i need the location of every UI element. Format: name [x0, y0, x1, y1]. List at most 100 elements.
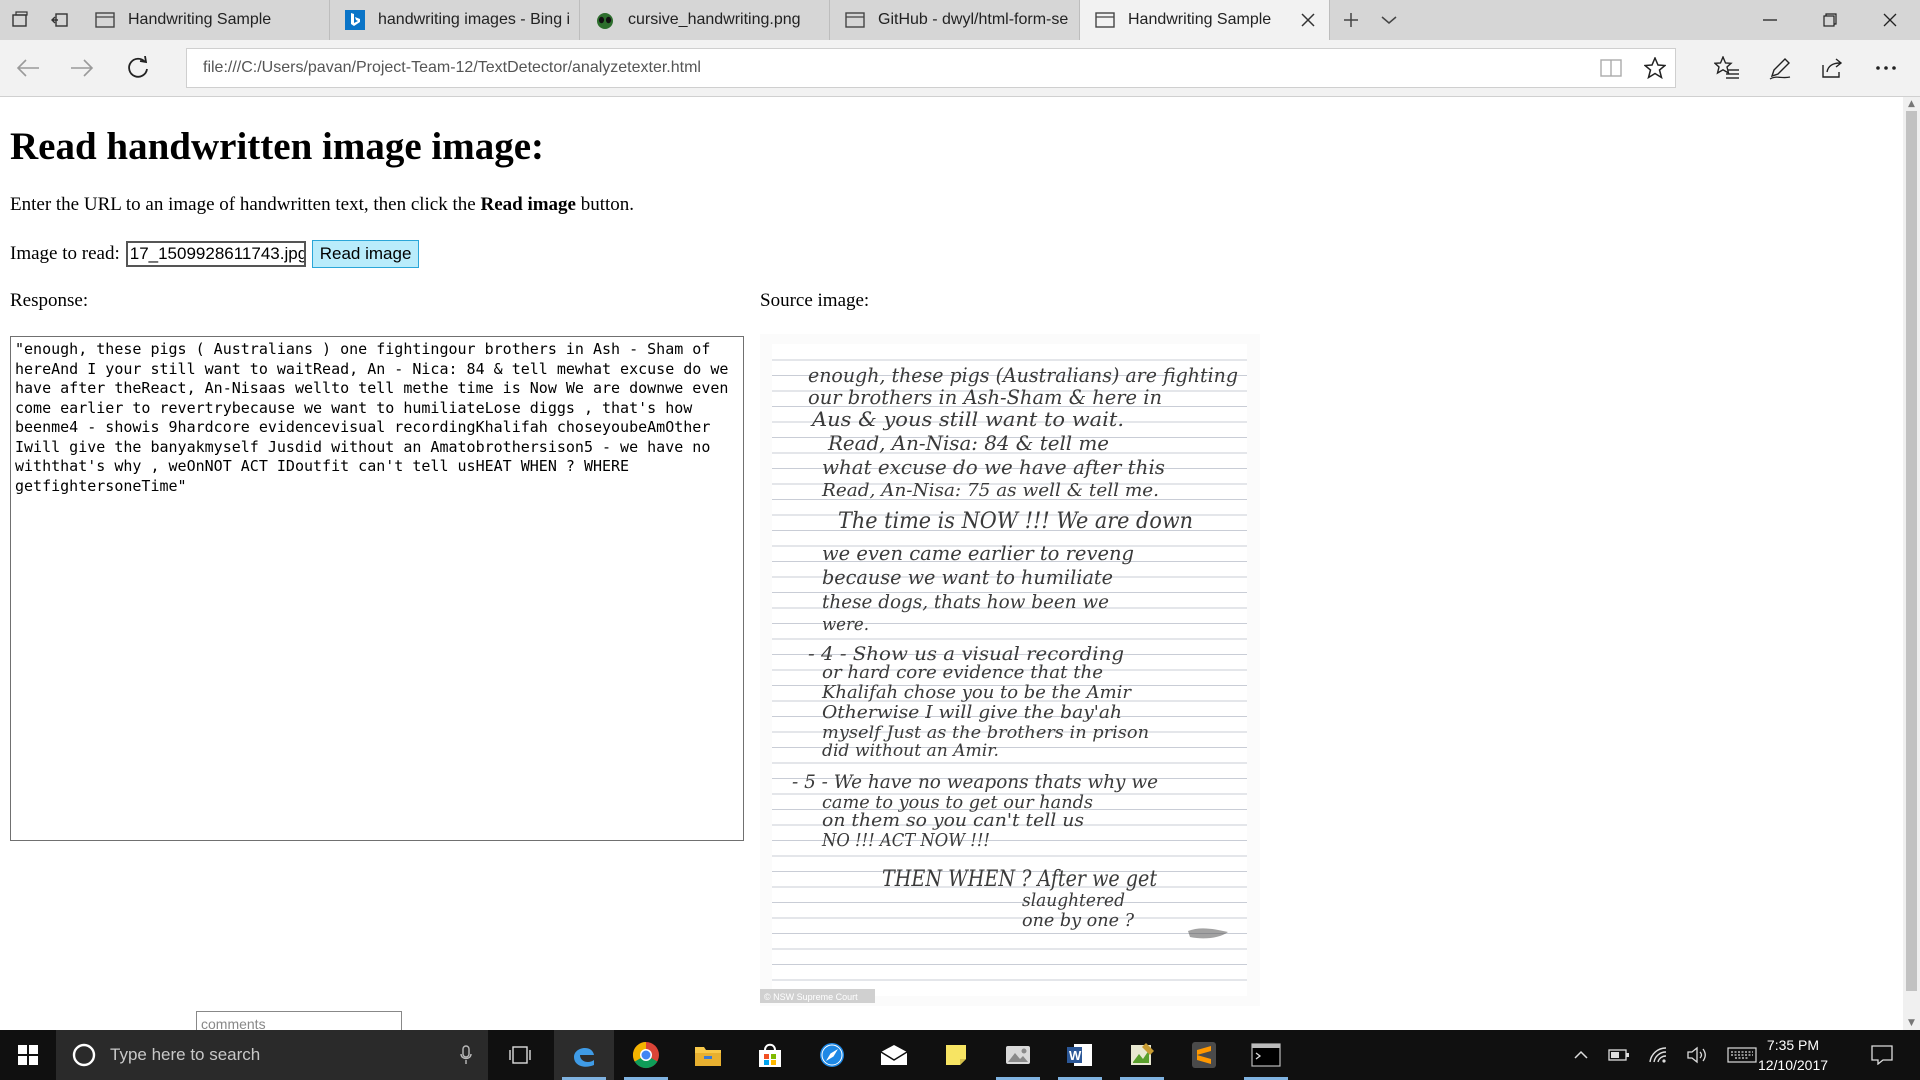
bing-icon: [344, 9, 366, 31]
share-icon[interactable]: [1811, 48, 1855, 88]
microphone-icon[interactable]: [460, 1045, 472, 1070]
web-note-pen-icon[interactable]: [1758, 48, 1802, 88]
handwriting-line: THEN WHEN ? After we get: [882, 867, 1157, 892]
restore-icon[interactable]: [1800, 0, 1860, 40]
windows-taskbar: Type here to search W 7:35 PM 12/10/2017: [0, 1030, 1920, 1080]
alien-icon: [594, 9, 616, 31]
handwriting-line: Khalifah chose you to be the Amir: [821, 682, 1132, 703]
wifi-icon[interactable]: [1644, 1030, 1674, 1080]
show-hidden-icons-chevron-icon[interactable]: [1566, 1030, 1596, 1080]
tab-sets-icon[interactable]: [0, 0, 40, 40]
tab-handwriting-sample-active[interactable]: Handwriting Sample: [1080, 0, 1330, 40]
image-editor-icon[interactable]: [1112, 1030, 1172, 1080]
file-explorer-icon[interactable]: [678, 1030, 738, 1080]
sticky-notes-icon[interactable]: [926, 1030, 986, 1080]
handwriting-line: we even came earlier to reveng: [822, 541, 1134, 565]
reading-view-icon[interactable]: [1593, 49, 1629, 87]
tab-cursive-handwriting[interactable]: cursive_handwriting.png: [580, 0, 830, 40]
source-handwriting-image: enough, these pigs (Australians) are fig…: [760, 334, 1260, 1006]
action-center-icon[interactable]: [1858, 1030, 1906, 1080]
handwriting-line: our brothers in Ash-Sham & here in: [808, 385, 1162, 409]
word-icon[interactable]: W: [1050, 1030, 1110, 1080]
sublime-text-icon[interactable]: [1174, 1030, 1234, 1080]
page-icon: [94, 9, 116, 31]
handwriting-line: Otherwise I will give the bay'ah: [822, 702, 1122, 723]
windows-start-icon[interactable]: [0, 1030, 56, 1080]
store-icon[interactable]: [740, 1030, 800, 1080]
favorites-hub-icon[interactable]: [1705, 48, 1749, 88]
close-window-icon[interactable]: [1860, 0, 1920, 40]
task-view-icon[interactable]: [490, 1030, 550, 1080]
tab-title: GitHub - dwyl/html-form-se: [878, 11, 1069, 28]
source-image-label: Source image:: [760, 290, 870, 311]
battery-icon[interactable]: [1604, 1030, 1634, 1080]
handwriting-line: on them so you can't tell us: [822, 810, 1084, 831]
page-icon: [1094, 9, 1116, 31]
volume-icon[interactable]: [1682, 1030, 1712, 1080]
search-placeholder: Type here to search: [110, 1045, 261, 1064]
image-url-input[interactable]: 17_1509928611743.jpg: [125, 241, 306, 267]
response-textarea[interactable]: "enough, these pigs ( Australians ) one …: [10, 336, 744, 841]
scrollbar-thumb[interactable]: [1906, 111, 1917, 991]
handwriting-line: enough, these pigs (Australians) are fig…: [808, 363, 1238, 387]
comments-input[interactable]: comments: [196, 1011, 402, 1030]
handwriting-svg: enough, these pigs (Australians) are fig…: [760, 334, 1260, 1006]
handwriting-line: slaughtered: [1022, 890, 1125, 911]
instructions: Enter the URL to an image of handwritten…: [10, 194, 634, 216]
clock-date: 12/10/2017: [1757, 1057, 1829, 1073]
system-clock[interactable]: 7:35 PM 12/10/2017: [1748, 1030, 1838, 1080]
clock-time: 7:35 PM: [1766, 1037, 1820, 1053]
address-bar[interactable]: file:///C:/Users/pavan/Project-Team-12/T…: [186, 48, 1676, 88]
handwriting-line: these dogs, thats how been we: [822, 591, 1109, 613]
vertical-scrollbar[interactable]: ▲ ▼: [1903, 97, 1920, 1030]
url-text: file:///C:/Users/pavan/Project-Team-12/T…: [203, 59, 701, 76]
tab-bing-images[interactable]: handwriting images - Bing i: [330, 0, 580, 40]
new-tab-icon[interactable]: [1331, 0, 1371, 40]
photos-app-icon[interactable]: [988, 1030, 1048, 1080]
command-prompt-icon[interactable]: [1236, 1030, 1296, 1080]
instruction-suffix: button.: [575, 194, 635, 215]
more-options-icon[interactable]: [1864, 48, 1908, 88]
close-tab-icon[interactable]: [1297, 9, 1319, 31]
svg-text:W: W: [1069, 1048, 1082, 1063]
set-aside-tabs-icon[interactable]: [40, 0, 80, 40]
tab-preview-chevron-icon[interactable]: [1369, 0, 1409, 40]
tab-title: handwriting images - Bing i: [378, 11, 571, 28]
tab-title: cursive_handwriting.png: [628, 11, 801, 28]
handwriting-line: Read, An-Nisa: 84 & tell me: [827, 431, 1109, 455]
cortana-icon: [72, 1043, 96, 1067]
handwriting-line: what excuse do we have after this: [822, 455, 1165, 479]
refresh-icon[interactable]: [118, 48, 158, 88]
tab-handwriting-sample-1[interactable]: Handwriting Sample: [80, 0, 330, 40]
instruction-bold-text: Read image: [480, 194, 576, 215]
tab-github-dwyl[interactable]: GitHub - dwyl/html-form-se: [830, 0, 1080, 40]
tab-title: Handwriting Sample: [1128, 11, 1272, 28]
page-title: Read handwritten image image:: [10, 125, 545, 168]
handwriting-line: - 5 - We have no weapons thats why we: [792, 771, 1158, 793]
favorite-star-icon[interactable]: [1637, 49, 1673, 87]
minimize-icon[interactable]: [1740, 0, 1800, 40]
taskbar-search-box[interactable]: Type here to search: [56, 1030, 488, 1080]
back-arrow-icon[interactable]: [8, 48, 48, 88]
chrome-icon[interactable]: [616, 1030, 676, 1080]
response-label: Response:: [10, 290, 89, 311]
handwriting-line: myself Just as the brothers in prison: [822, 723, 1149, 743]
handwriting-line: did without an Amir.: [822, 741, 999, 761]
handwriting-line: or hard core evidence that the: [822, 662, 1103, 683]
handwriting-line: one by one ?: [1022, 910, 1134, 931]
read-image-button[interactable]: Read image: [311, 240, 420, 268]
handwriting-line: The time is NOW !!! We are down: [838, 509, 1193, 534]
handwriting-line: because we want to humiliate: [822, 565, 1113, 589]
scroll-up-icon[interactable]: ▲: [1903, 97, 1920, 111]
forward-arrow-icon[interactable]: [62, 48, 102, 88]
image-credit: © NSW Supreme Court: [764, 992, 858, 1002]
mail-icon[interactable]: [864, 1030, 924, 1080]
page-content: Read handwritten image image: Enter the …: [0, 97, 1903, 1030]
instruction-text: Enter the URL to an image of handwritten…: [10, 194, 481, 215]
handwriting-line: NO !!! ACT NOW !!!: [821, 830, 990, 851]
edge-browser-icon[interactable]: [554, 1030, 614, 1080]
tab-title: Handwriting Sample: [128, 11, 272, 28]
scroll-down-icon[interactable]: ▼: [1903, 1016, 1920, 1030]
navigation-bar: file:///C:/Users/pavan/Project-Team-12/T…: [0, 40, 1920, 97]
safari-compass-icon[interactable]: [802, 1030, 862, 1080]
